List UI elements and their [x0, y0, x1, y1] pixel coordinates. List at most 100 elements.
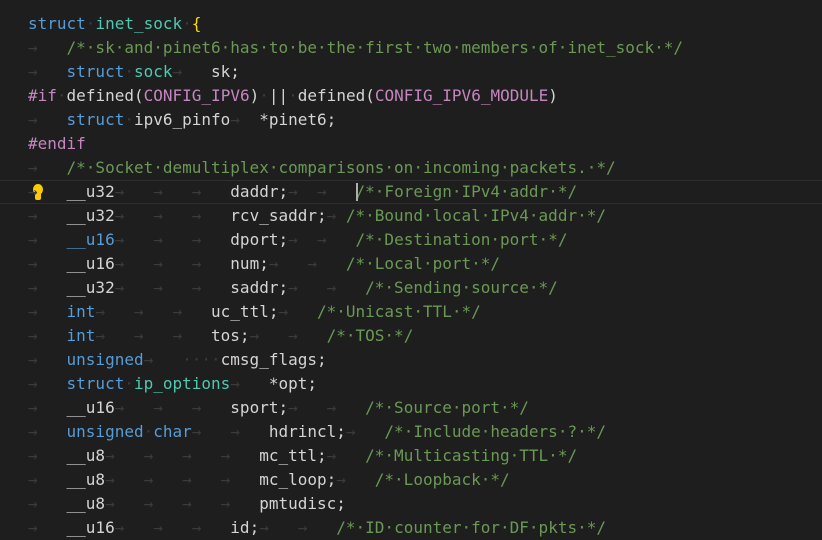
code-token: → — [278, 302, 317, 321]
code-line[interactable]: → __u32→ → → saddr;→ → /*·Sending·source… — [0, 276, 822, 300]
code-token: char — [153, 422, 192, 441]
code-token: → → — [268, 254, 346, 273]
code-token: → — [28, 206, 67, 225]
code-token: → → → — [114, 398, 231, 417]
code-token: → — [28, 110, 67, 129]
code-line[interactable]: → unsigned·char→ → hdrincl;→ /*·Include·… — [0, 420, 822, 444]
code-token: num; — [230, 254, 269, 273]
code-token: → → → — [114, 254, 231, 273]
code-line[interactable]: → int→ → → tos;→ → /*·TOS·*/ — [0, 324, 822, 348]
code-token: → — [336, 470, 375, 489]
code-token: struct — [28, 14, 86, 33]
code-line[interactable]: #endif — [0, 132, 822, 156]
code-token: → — [28, 350, 67, 369]
code-text: → __u16→ → → dport;→ → /*·Destination·po… — [28, 228, 567, 252]
code-line[interactable]: struct·inet_sock·{ — [0, 12, 822, 36]
code-editor[interactable]: struct·inet_sock·{→ /*·sk·and·pinet6·has… — [0, 0, 822, 537]
code-token: ) — [249, 86, 260, 105]
code-token: __u32 — [66, 182, 115, 201]
code-token: → — [28, 422, 67, 441]
code-text: → struct·sock→ sk; — [28, 60, 240, 84]
code-line[interactable]: → /*·sk·and·pinet6·has·to·be·the·first·t… — [0, 36, 822, 60]
code-token: *opt; — [268, 374, 317, 393]
code-token: · — [259, 86, 269, 105]
code-token: → — [28, 254, 67, 273]
code-token: dport; — [230, 230, 289, 249]
code-token: __u16 — [66, 518, 115, 537]
code-token: sport; — [230, 398, 289, 417]
code-text: → __u16→ → → num;→ → /*·Local·port·*/ — [28, 252, 500, 276]
code-token: · — [182, 14, 192, 33]
code-line[interactable]: #if·defined(CONFIG_IPV6)·||·defined(CONF… — [0, 84, 822, 108]
code-token: → — [28, 302, 67, 321]
code-token: __u16 — [66, 398, 115, 417]
code-token: { — [191, 14, 202, 33]
code-token: /*·Local·port·*/ — [345, 254, 501, 273]
code-token: · — [124, 374, 134, 393]
code-line[interactable]: → /*·Socket·demultiplex·comparisons·on·i… — [0, 156, 822, 180]
code-line[interactable]: → __u32→ → → rcv_saddr;→ /*·Bound·local·… — [0, 204, 822, 228]
code-text: #if·defined(CONFIG_IPV6)·||·defined(CONF… — [28, 84, 558, 108]
code-token: → — [28, 518, 67, 537]
code-line[interactable]: → __u32→ → → daddr;→ → /*·Foreign·IPv4·a… — [0, 180, 822, 204]
code-token: defined — [297, 86, 366, 105]
code-text: struct·inet_sock·{ — [28, 12, 201, 36]
code-token: → → — [259, 518, 337, 537]
code-token: CONFIG_IPV6_MODULE — [374, 86, 549, 105]
code-token: → — [345, 422, 385, 441]
code-line[interactable]: → __u8→ → → → pmtudisc; — [0, 492, 822, 516]
code-token: → → — [288, 398, 366, 417]
code-line[interactable]: → __u8→ → → → mc_loop;→ /*·Loopback·*/ — [0, 468, 822, 492]
code-line[interactable]: → struct·sock→ sk; — [0, 60, 822, 84]
code-token: → — [230, 110, 260, 129]
code-text: → struct·ip_options→ *opt; — [28, 372, 317, 396]
code-token: int — [66, 326, 96, 345]
code-token: · — [124, 62, 134, 81]
code-token: || — [268, 86, 289, 105]
code-text: → __u32→ → → saddr;→ → /*·Sending·source… — [28, 276, 558, 300]
code-token: /*·Include·headers·?·*/ — [384, 422, 606, 441]
code-token: /*·Source·port·*/ — [365, 398, 529, 417]
code-line[interactable]: → __u16→ → → dport;→ → /*·Destination·po… — [0, 228, 822, 252]
code-token: → — [28, 374, 67, 393]
code-token: · — [143, 422, 154, 441]
code-token: struct — [66, 62, 125, 81]
code-token: → — [326, 206, 346, 225]
code-token: → — [28, 158, 67, 177]
code-token: CONFIG_IPV6 — [143, 86, 250, 105]
code-token: → — [143, 350, 183, 369]
code-text: → int→ → → uc_ttl;→ /*·Unicast·TTL·*/ — [28, 300, 481, 324]
code-token: pmtudisc; — [259, 494, 346, 513]
code-token: ( — [133, 86, 144, 105]
code-token: unsigned — [66, 422, 144, 441]
code-token: #endif — [28, 134, 86, 153]
code-token: /*·Bound·local·IPv4·addr·*/ — [345, 206, 606, 225]
code-token: → → → — [114, 518, 231, 537]
code-token: __u16 — [66, 230, 115, 249]
code-line[interactable]: → __u8→ → → → mc_ttl;→ /*·Multicasting·T… — [0, 444, 822, 468]
code-line[interactable]: → struct·ipv6_pinfo→ *pinet6; — [0, 108, 822, 132]
code-token: → — [28, 470, 67, 489]
code-line[interactable]: → __u16→ → → sport;→ → /*·Source·port·*/ — [0, 396, 822, 420]
code-token: tos; — [211, 326, 250, 345]
code-token: /*·sk·and·pinet6·has·to·be·the·first·two… — [66, 38, 684, 57]
code-token: /*·Sending·source·*/ — [365, 278, 558, 297]
code-line[interactable]: → __u16→ → → id;→ → /*·ID·counter·for·DF… — [0, 516, 822, 540]
code-line[interactable]: → unsigned→ ····cmsg_flags; — [0, 348, 822, 372]
code-token: ip_options — [133, 374, 231, 393]
code-token: · — [288, 86, 298, 105]
code-text: → __u8→ → → → mc_ttl;→ /*·Multicasting·T… — [28, 444, 577, 468]
code-token: int — [66, 302, 96, 321]
code-token: *pinet6; — [259, 110, 337, 129]
code-line[interactable]: → int→ → → uc_ttl;→ /*·Unicast·TTL·*/ — [0, 300, 822, 324]
code-token: /*·Destination·port·*/ — [355, 230, 568, 249]
code-token: → → → → — [105, 446, 260, 465]
code-token: → → → → — [105, 470, 260, 489]
code-token: → — [28, 230, 67, 249]
code-line[interactable]: → __u16→ → → num;→ → /*·Local·port·*/ — [0, 252, 822, 276]
code-line[interactable]: → struct·ip_options→ *opt; — [0, 372, 822, 396]
code-token: → — [172, 62, 212, 81]
code-token: __u8 — [66, 446, 106, 465]
code-token: saddr; — [230, 278, 289, 297]
code-token: ) — [548, 86, 558, 105]
